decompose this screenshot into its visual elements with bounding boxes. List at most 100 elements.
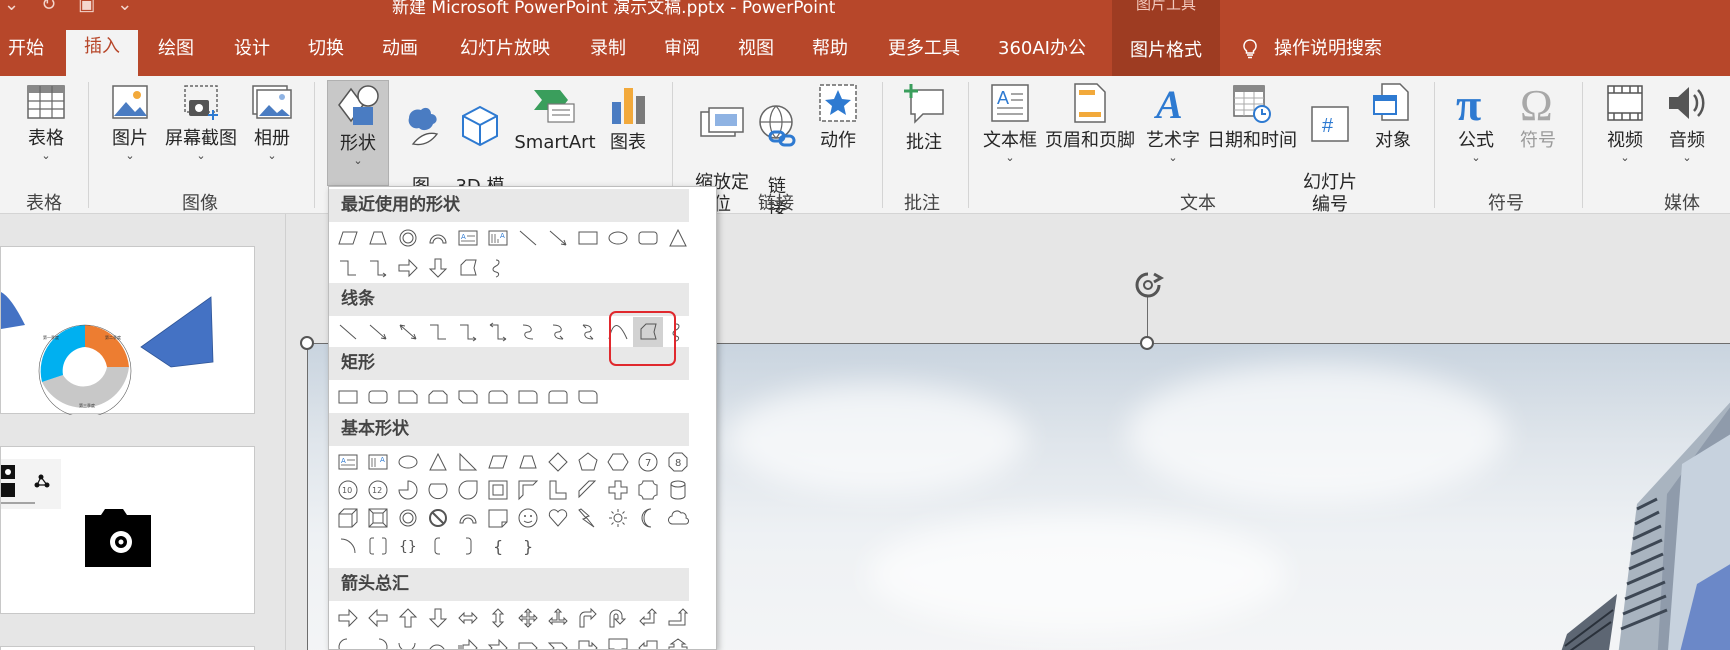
textbox-shape-icon[interactable]: A — [453, 223, 483, 253]
curved-arrow-connector-icon[interactable] — [543, 317, 573, 347]
oval-icon[interactable] — [393, 447, 423, 477]
scribble-icon[interactable] — [483, 253, 513, 283]
rectangle-icon[interactable] — [333, 382, 363, 412]
parallelogram-icon[interactable] — [483, 447, 513, 477]
donut-icon[interactable] — [393, 223, 423, 253]
right-arrow-callout-icon[interactable] — [573, 633, 603, 649]
customize-qat-icon[interactable]: ⌄ — [117, 0, 132, 15]
object-button[interactable]: 对象 — [1368, 82, 1418, 152]
curved-left-arrow-icon[interactable] — [363, 633, 393, 649]
pentagon-arrow-icon[interactable] — [513, 633, 543, 649]
decagon-icon[interactable]: 10 — [333, 475, 363, 505]
audio-button[interactable]: 音频 ⌄ — [1656, 82, 1718, 164]
slide-number-button[interactable]: # 幻灯片 编号 — [1300, 82, 1360, 216]
octagon-icon[interactable]: 8 — [663, 447, 693, 477]
oval-icon[interactable] — [603, 223, 633, 253]
tab-design[interactable]: 设计 — [226, 32, 278, 76]
freeform-shape-icon[interactable] — [453, 253, 483, 283]
half-frame-icon[interactable] — [513, 475, 543, 505]
line-shape-icon[interactable] — [513, 223, 543, 253]
u-turn-arrow-icon[interactable] — [603, 603, 633, 633]
curved-down-arrow-icon[interactable] — [423, 633, 453, 649]
elbow-double-arrow-icon[interactable] — [483, 317, 513, 347]
arrow-line-icon[interactable] — [543, 223, 573, 253]
cube-shape-icon[interactable] — [333, 503, 363, 533]
vertical-textbox-icon[interactable]: A — [363, 447, 393, 477]
date-time-button[interactable]: 日期和时间 — [1204, 82, 1300, 152]
pie-icon[interactable] — [393, 475, 423, 505]
tab-draw[interactable]: 绘图 — [150, 32, 202, 76]
notched-right-arrow-icon[interactable] — [483, 633, 513, 649]
snip-diagonal-icon[interactable] — [453, 382, 483, 412]
heptagon-icon[interactable]: 7 — [633, 447, 663, 477]
quad-arrow-icon[interactable] — [513, 603, 543, 633]
slide-thumbnail-1[interactable]: 第一季度 第二季度 第三季度 — [0, 246, 255, 418]
down-arrow-icon[interactable] — [423, 603, 453, 633]
symbol-button[interactable]: Ω 符号 — [1510, 82, 1566, 152]
round-same-side-icon[interactable] — [543, 382, 573, 412]
left-up-arrow-icon[interactable] — [633, 603, 663, 633]
tab-view[interactable]: 视图 — [730, 32, 782, 76]
l-shape-icon[interactable] — [543, 475, 573, 505]
round-single-corner-icon[interactable] — [513, 382, 543, 412]
round-diagonal-icon[interactable] — [573, 382, 603, 412]
resize-handle-top[interactable] — [1140, 336, 1154, 350]
tab-insert[interactable]: 插入 — [66, 30, 138, 76]
sun-icon[interactable] — [603, 503, 633, 533]
triangle-icon[interactable] — [423, 447, 453, 477]
block-arc-icon[interactable] — [453, 503, 483, 533]
video-button[interactable]: 视频 ⌄ — [1594, 82, 1656, 164]
rounded-rectangle-icon[interactable] — [363, 382, 393, 412]
chevron-arrow-icon[interactable] — [543, 633, 573, 649]
can-icon[interactable] — [663, 475, 693, 505]
tab-home[interactable]: 开始 — [0, 32, 52, 76]
curved-connector-icon[interactable] — [513, 317, 543, 347]
right-triangle-icon[interactable] — [453, 447, 483, 477]
curved-double-arrow-icon[interactable] — [573, 317, 603, 347]
vertical-textbox-icon[interactable]: A — [483, 223, 513, 253]
double-brace-icon[interactable]: {} — [393, 531, 423, 561]
teardrop-icon[interactable] — [453, 475, 483, 505]
no-symbol-icon[interactable] — [423, 503, 453, 533]
frame-icon[interactable] — [483, 475, 513, 505]
tab-transitions[interactable]: 切换 — [300, 32, 352, 76]
chord-icon[interactable] — [423, 475, 453, 505]
redo-icon[interactable]: ↻ — [41, 0, 56, 15]
equation-button[interactable]: π 公式 ⌄ — [1448, 82, 1504, 164]
up-down-arrow-icon[interactable] — [483, 603, 513, 633]
trapezoid-icon[interactable] — [513, 447, 543, 477]
pentagon-icon[interactable] — [573, 447, 603, 477]
tab-help[interactable]: 帮助 — [804, 32, 856, 76]
rotate-handle-icon[interactable] — [1132, 270, 1164, 300]
left-arrow-callout-icon[interactable] — [633, 633, 663, 649]
elbow-connector-icon[interactable] — [423, 317, 453, 347]
picture-button[interactable]: 图片 ⌄ — [104, 82, 156, 162]
curved-right-arrow-icon[interactable] — [333, 633, 363, 649]
up-arrow-icon[interactable] — [393, 603, 423, 633]
slide-thumbnail-2[interactable] — [0, 446, 255, 614]
lightning-bolt-icon[interactable] — [573, 503, 603, 533]
tab-record[interactable]: 录制 — [582, 32, 634, 76]
right-brace-icon[interactable]: } — [513, 531, 543, 561]
table-button[interactable]: 表格 ⌄ — [18, 82, 74, 162]
hexagon-icon[interactable] — [603, 447, 633, 477]
plus-icon[interactable] — [603, 475, 633, 505]
wordart-button[interactable]: A 艺术字 ⌄ — [1142, 82, 1204, 164]
action-button[interactable]: 动作 — [812, 82, 864, 152]
album-button[interactable]: 相册 ⌄ — [246, 82, 298, 162]
resize-handle-top-left[interactable] — [300, 336, 314, 350]
tab-360ai[interactable]: 360AI办公 — [990, 32, 1094, 76]
up-arrow-callout-icon[interactable] — [663, 633, 693, 649]
right-arrow-icon[interactable] — [393, 253, 423, 283]
textbox-button[interactable]: A 文本框 ⌄ — [982, 82, 1038, 164]
left-brace-icon[interactable]: { — [483, 531, 513, 561]
bent-arrow-icon[interactable] — [573, 603, 603, 633]
double-bracket-icon[interactable] — [363, 531, 393, 561]
plaque-icon[interactable] — [633, 475, 663, 505]
dodecagon-icon[interactable]: 12 — [363, 475, 393, 505]
smartart-button[interactable]: SmartArt — [514, 82, 596, 154]
right-bracket-icon[interactable] — [453, 531, 483, 561]
left-right-up-arrow-icon[interactable] — [543, 603, 573, 633]
right-arrow-icon[interactable] — [333, 603, 363, 633]
curved-up-arrow-icon[interactable] — [393, 633, 423, 649]
